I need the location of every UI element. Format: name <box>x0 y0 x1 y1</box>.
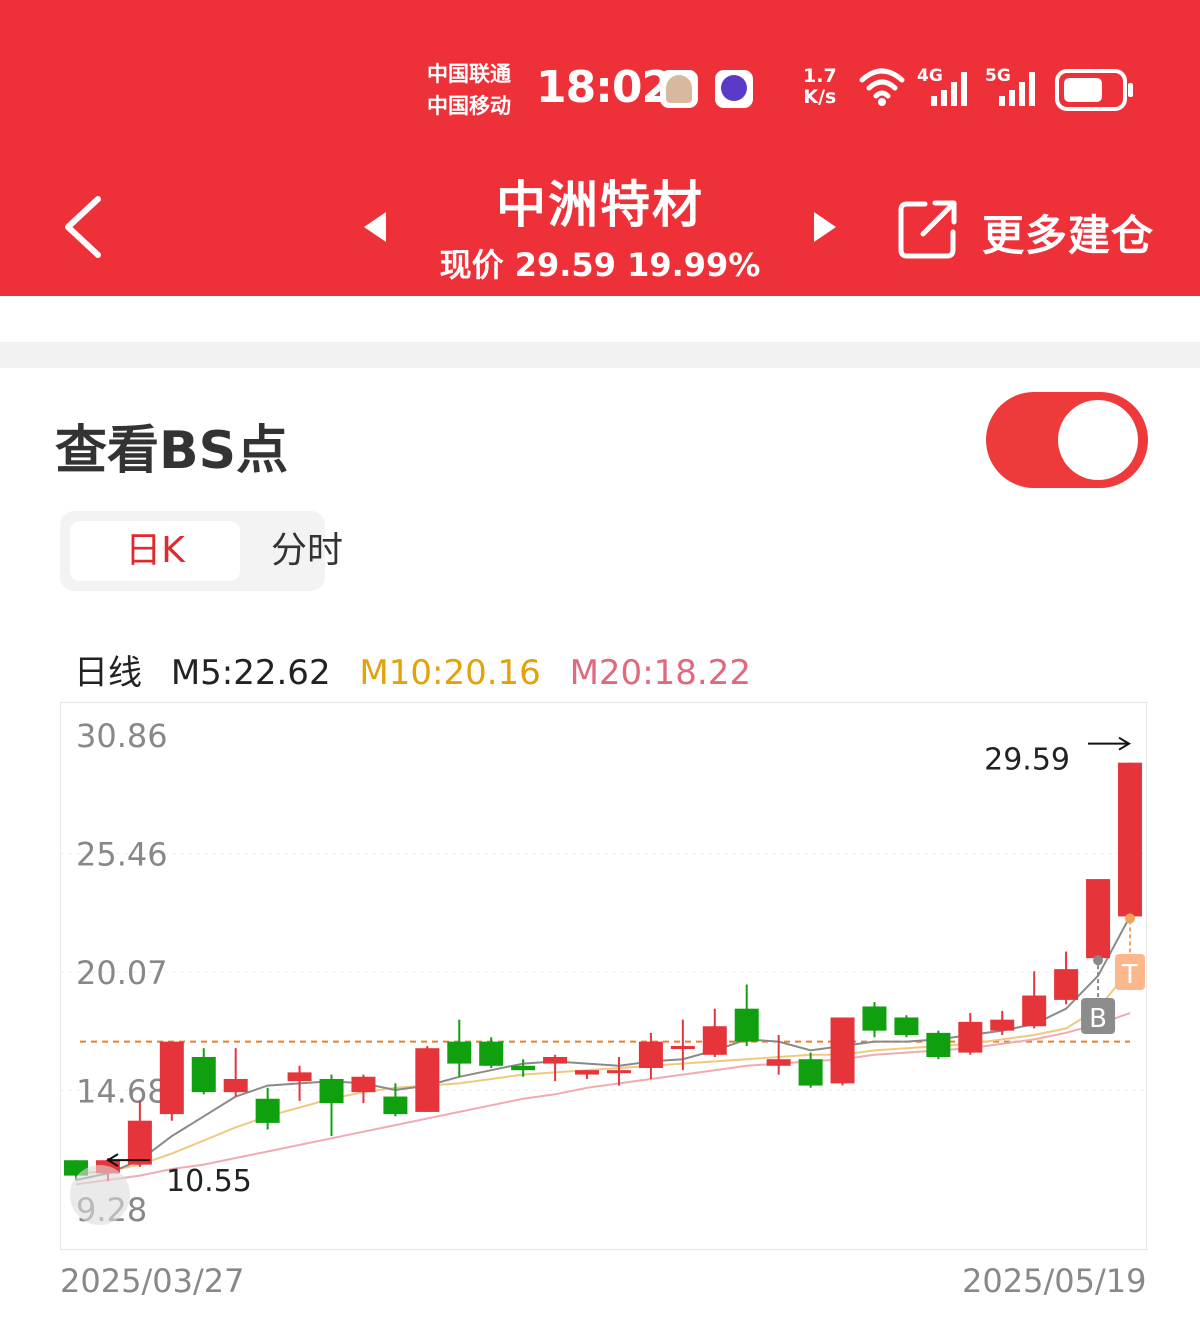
candle-body <box>319 1078 344 1104</box>
date-start: 2025/03/27 <box>60 1262 245 1300</box>
candle-body <box>670 1046 695 1050</box>
candle-body <box>606 1070 631 1074</box>
status-time: 18:02 <box>536 62 672 113</box>
candle-body <box>575 1070 600 1075</box>
tab-intraday[interactable]: 分时 <box>252 521 362 581</box>
stock-name: 中洲特材 <box>496 176 704 234</box>
candle-body <box>798 1059 823 1086</box>
kline-chart[interactable]: 30.8625.4620.0714.689.2829.5910.55TB <box>60 702 1147 1250</box>
y-axis-label: 20.07 <box>76 954 168 992</box>
buy-marker-label: B <box>1089 1004 1107 1034</box>
candle-body <box>191 1057 216 1093</box>
candle-body <box>958 1021 983 1053</box>
back-button[interactable] <box>60 195 104 259</box>
candle-body <box>511 1065 536 1071</box>
candle-body <box>862 1006 887 1031</box>
notification-app-icon <box>660 70 698 108</box>
candle-body <box>447 1041 472 1064</box>
candle-body <box>287 1072 312 1082</box>
ma5-value: M5:22.62 <box>170 653 331 693</box>
sell-marker-label: T <box>1121 960 1138 990</box>
candle-body <box>1054 969 1079 1000</box>
carrier-2: 中国移动 <box>427 94 511 118</box>
buy-marker-dot <box>1093 955 1104 966</box>
ma10-line <box>75 968 1131 1175</box>
kline-chart-svg[interactable]: 30.8625.4620.0714.689.2829.5910.55TB <box>60 702 1147 1250</box>
bs-points-toggle[interactable] <box>986 392 1148 488</box>
high-price-arrow <box>1088 736 1131 751</box>
ma-legend: 日线 M5:22.62 M10:20.16 M20:18.22 <box>74 645 769 694</box>
ma-legend-label: 日线 <box>74 653 142 693</box>
candle-body <box>1086 879 1111 959</box>
more-positions-button[interactable]: 更多建仓 <box>982 202 1154 263</box>
signal-icon <box>999 72 1035 106</box>
candle-body <box>830 1017 855 1084</box>
share-icon[interactable] <box>897 198 959 260</box>
candle-body <box>159 1041 184 1115</box>
date-end: 2025/05/19 <box>962 1262 1147 1300</box>
high-price-label: 29.59 <box>984 743 1070 778</box>
bs-points-label: 查看BS点 <box>55 421 289 481</box>
sell-marker-dot <box>1125 913 1135 924</box>
candle-body <box>702 1026 727 1055</box>
candle-body <box>1022 995 1047 1027</box>
ma20-value: M20:18.22 <box>569 653 751 693</box>
previous-stock-button[interactable] <box>360 210 390 244</box>
candle-body <box>415 1048 440 1112</box>
notification-app-icon <box>715 70 753 108</box>
candle-body <box>638 1041 663 1068</box>
y-axis-label: 25.46 <box>76 836 168 874</box>
candle-body <box>543 1057 568 1064</box>
chart-period-switch: 日K 分时 <box>60 511 343 591</box>
app-header: 中国联通 中国移动 18:02 1.7 K/s 4G 5G 中洲特材 现价 29… <box>0 0 1200 296</box>
candle-body <box>255 1098 280 1123</box>
battery-icon <box>1055 69 1133 111</box>
section-divider <box>0 342 1200 368</box>
candle-body <box>383 1096 408 1115</box>
candle-body <box>127 1120 152 1165</box>
y-axis-label: 30.86 <box>76 717 168 755</box>
candle-body <box>926 1032 951 1058</box>
candle-body <box>223 1078 248 1093</box>
history-overlay-button <box>70 1165 130 1225</box>
candle-body <box>1118 762 1142 917</box>
candle-body <box>351 1076 376 1093</box>
signal-icon <box>931 72 967 106</box>
network-speed: 1.7 K/s <box>803 65 837 108</box>
carrier-info: 中国联通 中国移动 <box>427 58 511 122</box>
y-axis-label: 14.68 <box>76 1072 168 1110</box>
candle-body <box>766 1059 791 1066</box>
stock-price: 现价 29.59 19.99% <box>439 246 761 284</box>
carrier-1: 中国联通 <box>427 62 511 86</box>
tab-day-k[interactable]: 日K <box>70 521 240 581</box>
wifi-icon <box>859 68 905 106</box>
ma10-value: M10:20.16 <box>359 653 541 693</box>
candle-body <box>990 1019 1015 1031</box>
candle-body <box>479 1041 504 1066</box>
low-price-label: 10.55 <box>166 1164 252 1199</box>
next-stock-button[interactable] <box>810 210 840 244</box>
candle-body <box>734 1008 759 1042</box>
candle-body <box>894 1017 919 1036</box>
status-bar: 中国联通 中国移动 18:02 1.7 K/s 4G 5G <box>0 0 1200 130</box>
